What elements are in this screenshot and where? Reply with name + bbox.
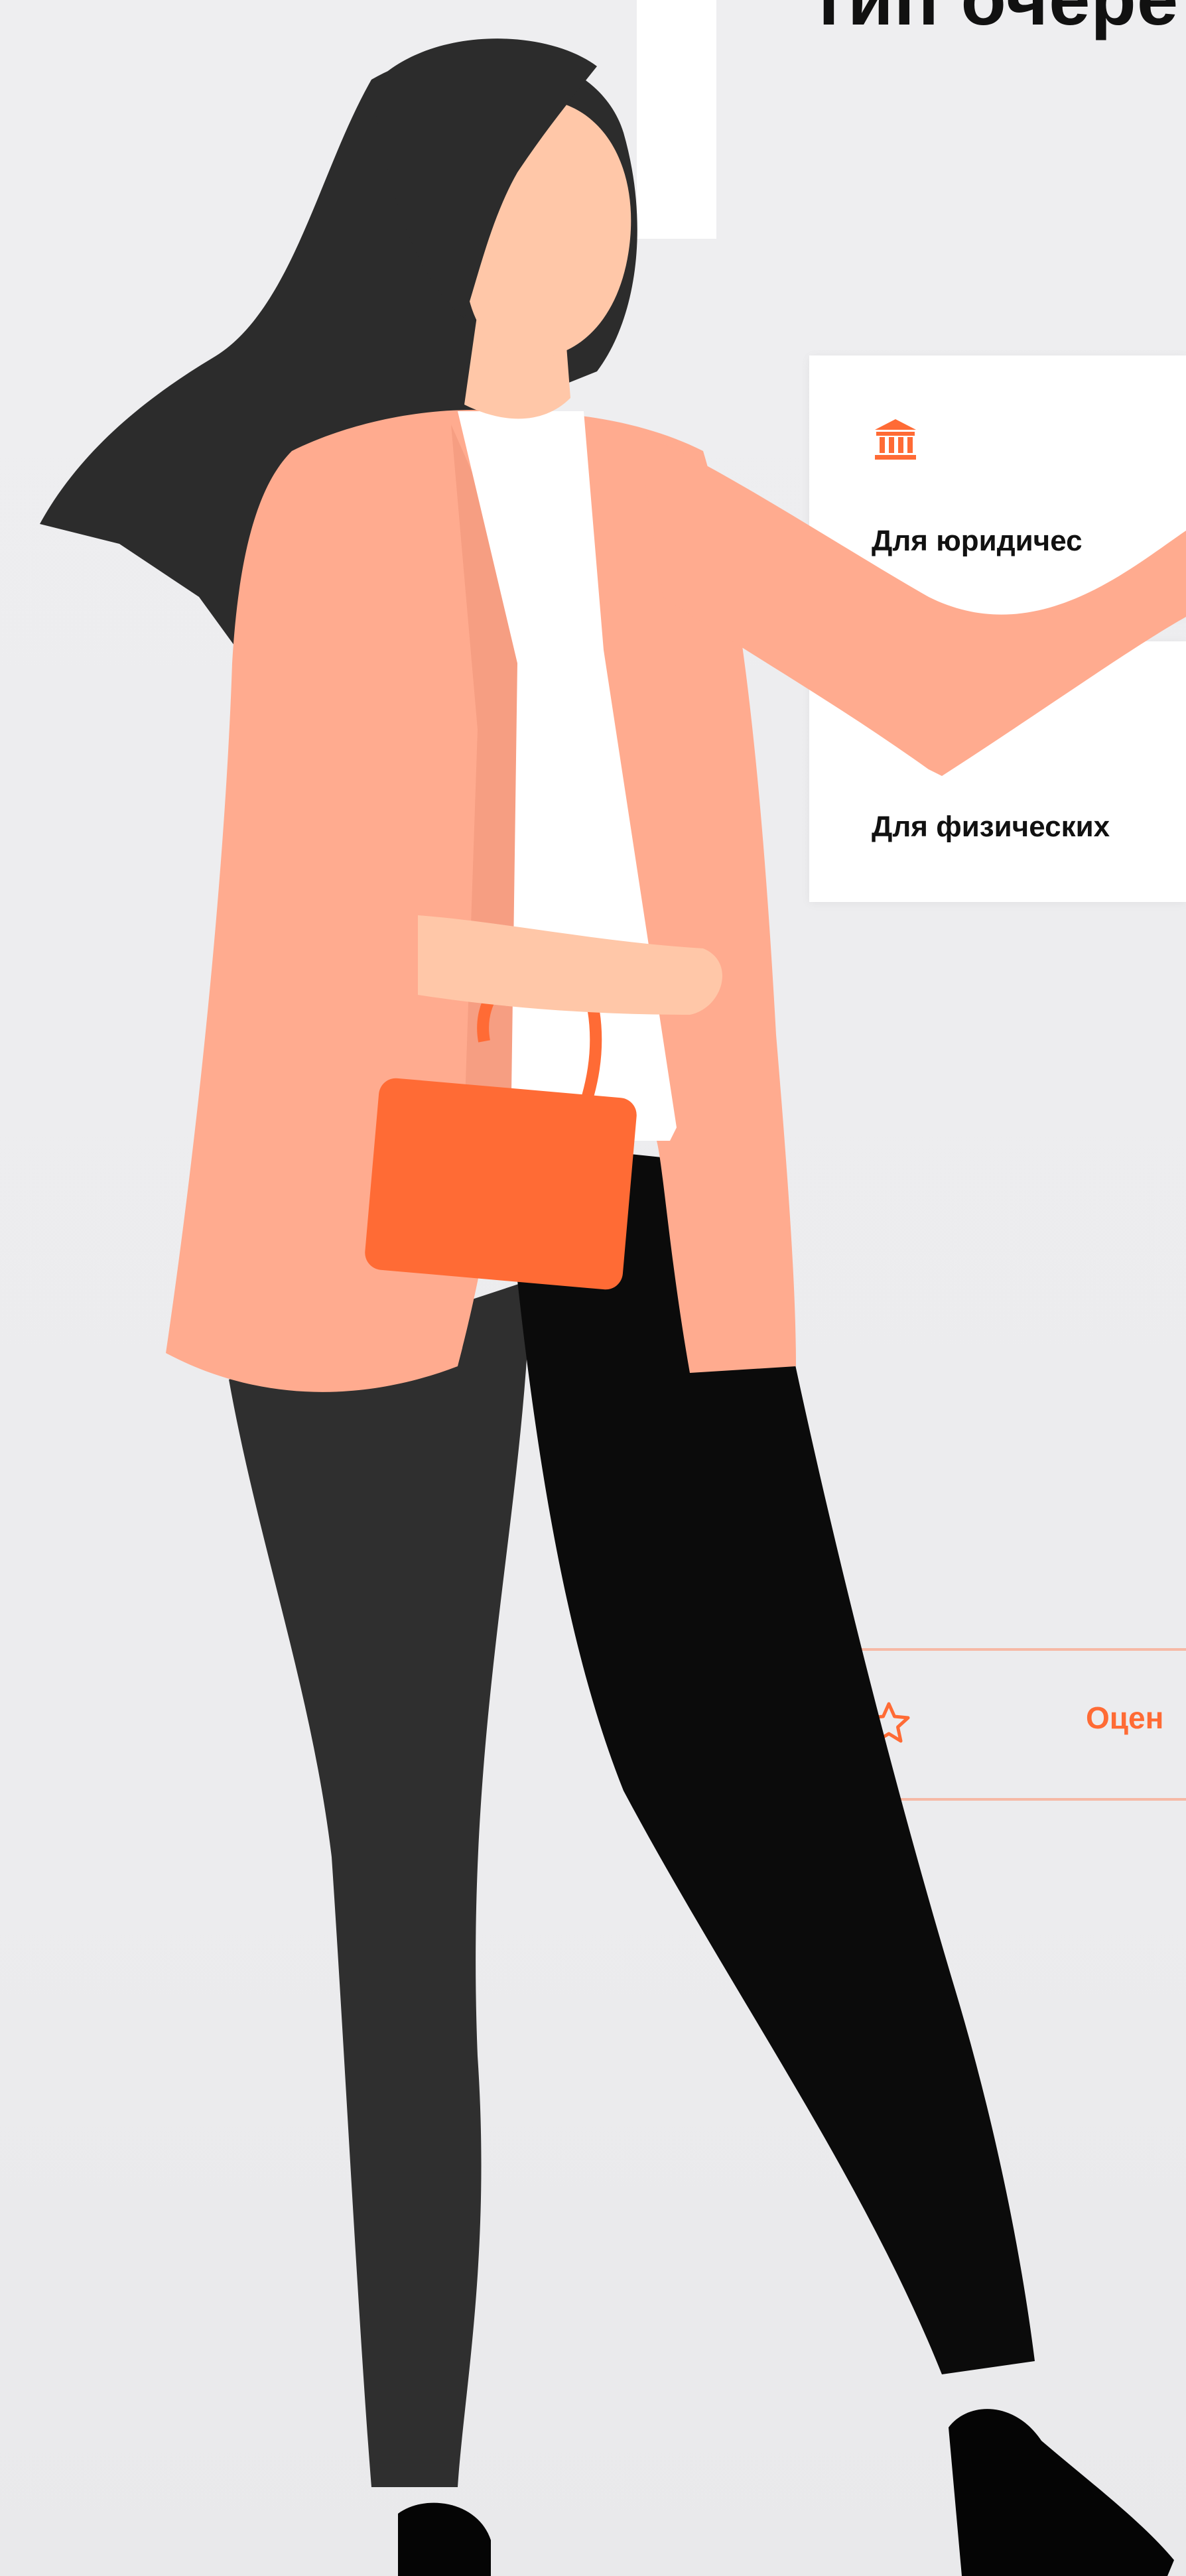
legal-entities-card[interactable]: Для юридичес <box>809 355 1186 616</box>
individuals-card[interactable]: Для физических <box>809 641 1186 902</box>
page-title: тип очере <box>811 0 1179 42</box>
individuals-label: Для физических <box>872 810 1110 843</box>
rate-label: Оцен <box>1086 1701 1164 1735</box>
bank-building-icon <box>871 415 920 464</box>
rate-service-button[interactable]: Оцен <box>839 1648 1186 1801</box>
sidebar-panel <box>637 0 716 239</box>
star-icon <box>866 1700 912 1746</box>
legal-entities-label: Для юридичес <box>872 525 1083 557</box>
